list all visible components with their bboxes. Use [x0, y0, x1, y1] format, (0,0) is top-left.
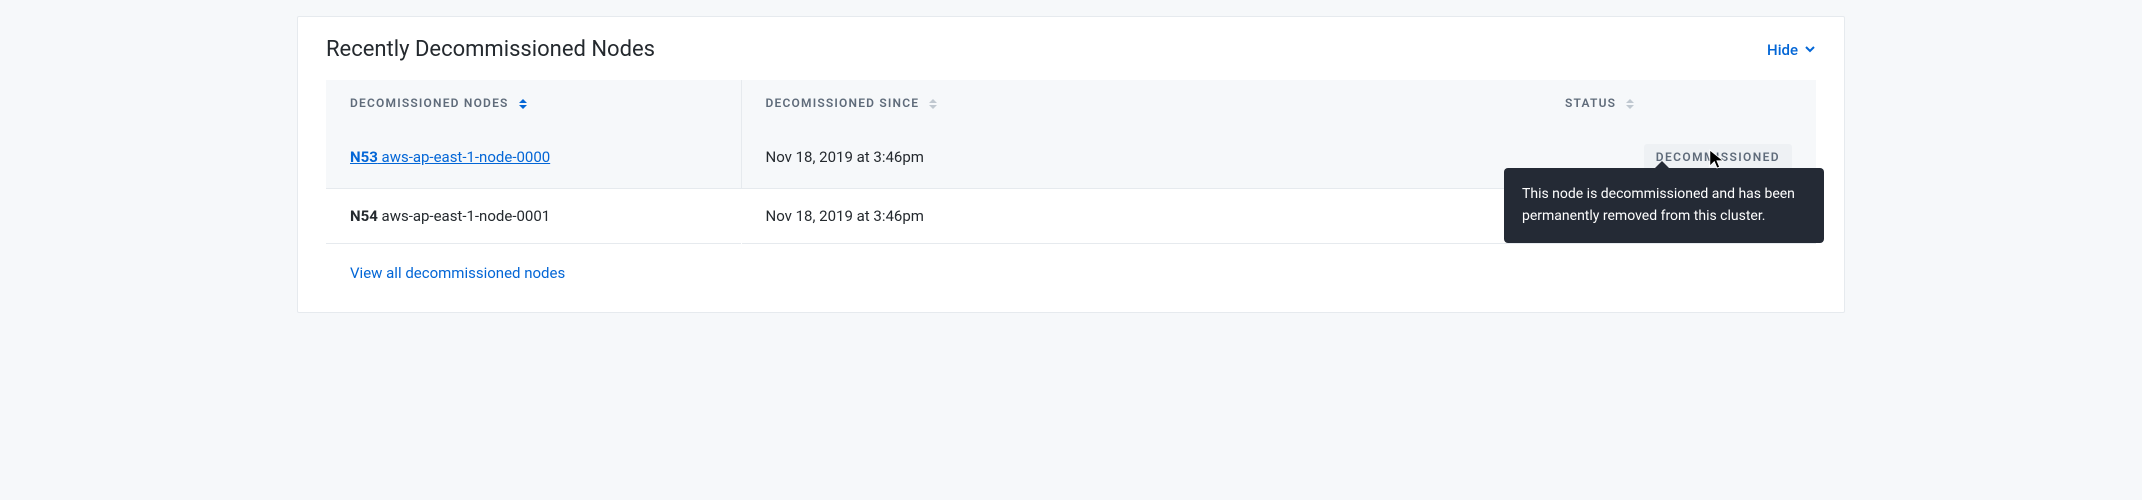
- card-title: Recently Decommissioned Nodes: [326, 37, 655, 62]
- sort-icon: [519, 99, 527, 109]
- chevron-down-icon: [1804, 41, 1816, 59]
- decommissioned-nodes-card: Recently Decommissioned Nodes Hide DECOM…: [297, 16, 1845, 313]
- col-status-header[interactable]: STATUS: [1541, 80, 1816, 126]
- node-link[interactable]: N53 aws-ap-east-1-node-0000: [350, 148, 550, 166]
- hide-button[interactable]: Hide: [1767, 41, 1816, 59]
- node-code: N53: [350, 148, 378, 166]
- col-status-label: STATUS: [1565, 96, 1616, 110]
- col-nodes-header[interactable]: DECOMISSIONED NODES: [326, 80, 741, 126]
- col-nodes-label: DECOMISSIONED NODES: [350, 96, 509, 110]
- status-tooltip: This node is decommissioned and has been…: [1504, 168, 1824, 243]
- cell-since: Nov 18, 2019 at 3:46pm: [741, 189, 1541, 244]
- cell-node: N54 aws-ap-east-1-node-0001: [326, 189, 741, 244]
- node-code: N54: [350, 207, 378, 225]
- cell-status: DECOMMISSIONED This node is decommission…: [1541, 126, 1816, 189]
- sort-icon: [1626, 99, 1634, 109]
- table-row[interactable]: N53 aws-ap-east-1-node-0000 Nov 18, 2019…: [326, 126, 1816, 189]
- table-header: DECOMISSIONED NODES DECOMISSIONED SINCE …: [326, 80, 1816, 126]
- sort-icon: [929, 99, 937, 109]
- nodes-table: DECOMISSIONED NODES DECOMISSIONED SINCE …: [326, 80, 1816, 244]
- cell-node: N53 aws-ap-east-1-node-0000: [326, 126, 741, 189]
- view-all-link[interactable]: View all decommissioned nodes: [350, 264, 565, 282]
- node-text: N54 aws-ap-east-1-node-0001: [350, 207, 550, 225]
- hide-label: Hide: [1767, 41, 1798, 59]
- card-header: Recently Decommissioned Nodes Hide: [298, 17, 1844, 80]
- node-name: aws-ap-east-1-node-0000: [382, 148, 551, 166]
- cell-since: Nov 18, 2019 at 3:46pm: [741, 126, 1541, 189]
- footer: View all decommissioned nodes: [298, 244, 1844, 312]
- col-since-header[interactable]: DECOMISSIONED SINCE: [741, 80, 1541, 126]
- node-name: aws-ap-east-1-node-0001: [382, 207, 551, 225]
- col-since-label: DECOMISSIONED SINCE: [766, 96, 920, 110]
